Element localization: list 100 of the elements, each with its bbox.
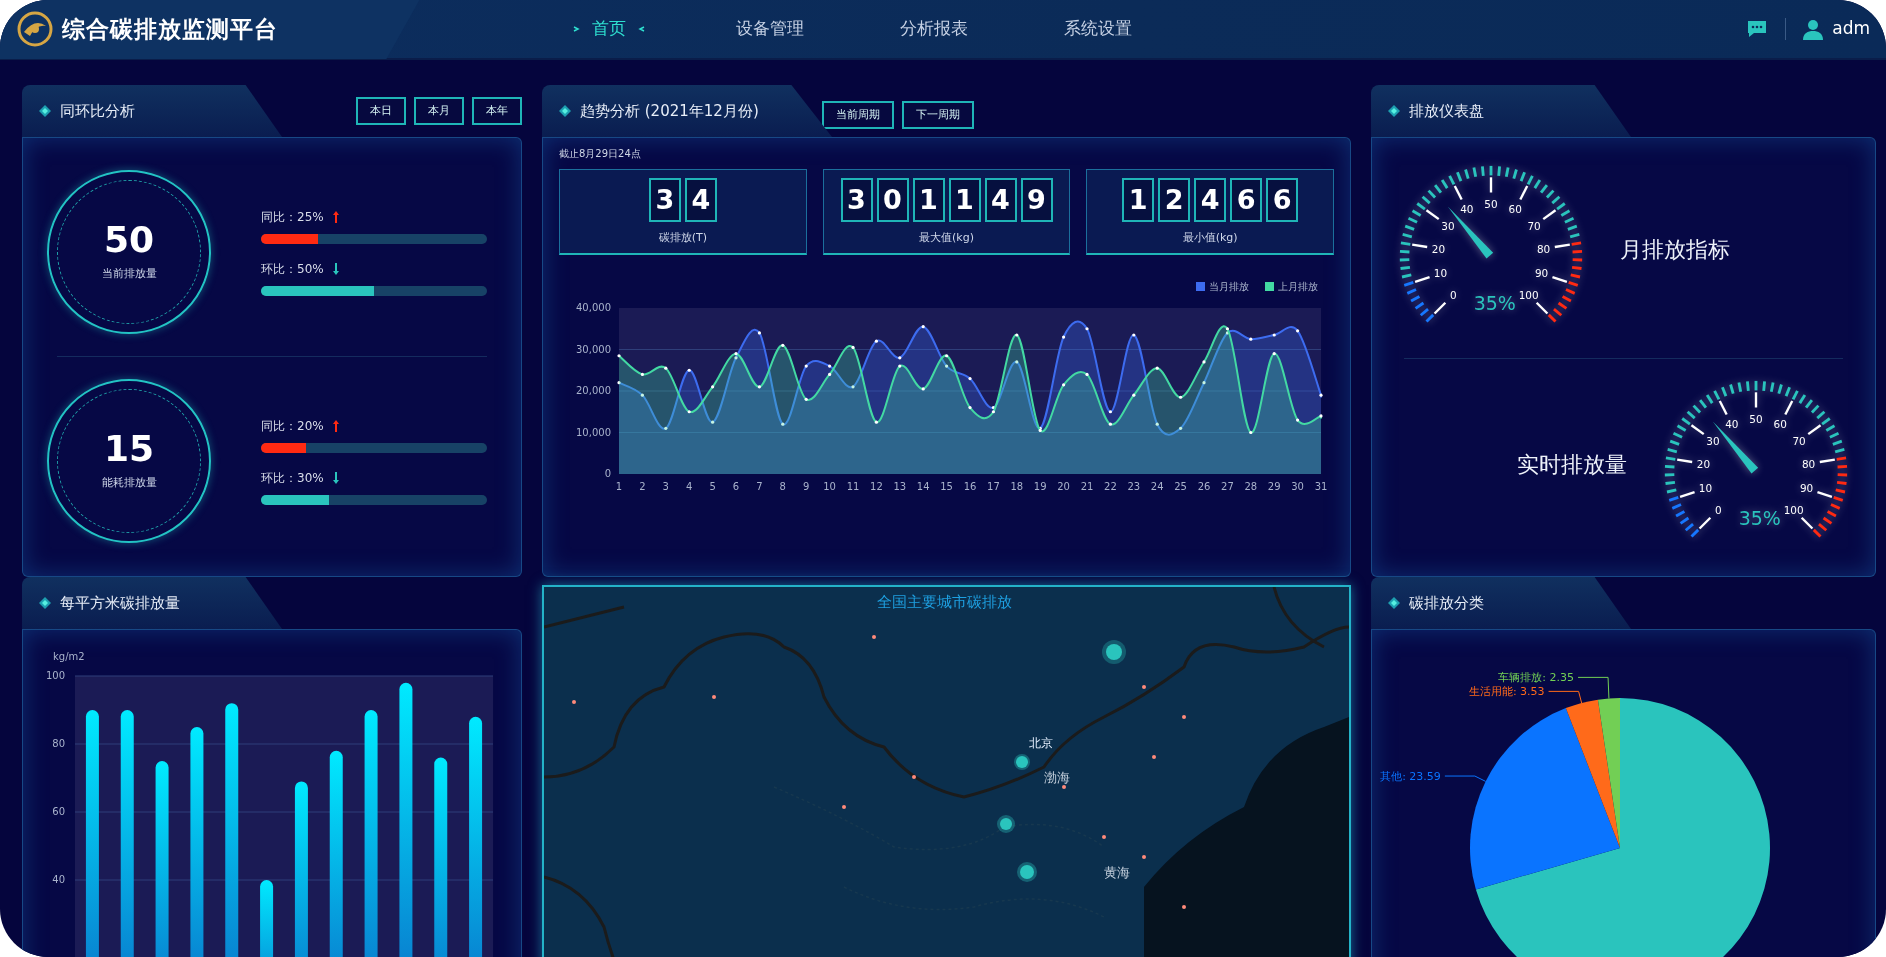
axis-tick-label: 10,000 (576, 426, 611, 437)
panel-title: 同环比分析 (60, 100, 135, 122)
counter-caption: 最小值(kg) (1182, 230, 1238, 246)
data-point (968, 376, 972, 380)
data-point (804, 364, 808, 368)
gauge-tick-label: 60 (1508, 203, 1522, 215)
data-point (1202, 380, 1206, 384)
logo-icon (16, 10, 54, 48)
chevron-icon (572, 24, 582, 34)
axis-tick-label: 23 (1127, 480, 1141, 492)
period-button[interactable]: 本日 (356, 96, 406, 126)
axis-tick-label: 7 (756, 480, 763, 492)
sea-label: 渤海 (1044, 770, 1070, 785)
period-button[interactable]: 本年 (472, 96, 522, 126)
digit-tile: 4 (984, 178, 1017, 222)
axis-tick-label: 100 (45, 670, 65, 681)
gauge-tick-label: 80 (1536, 242, 1551, 255)
data-point (1132, 393, 1136, 397)
data-point (781, 343, 785, 347)
axis-tick-label: 60 (52, 806, 65, 817)
gauge-tick-label: 0 (1450, 288, 1457, 300)
data-point (1272, 351, 1276, 355)
gauge-tick-label: 30 (1706, 434, 1720, 447)
data-point (640, 393, 644, 397)
gauge-tick-label: 70 (1792, 434, 1806, 447)
slice-label: 车辆排放: 2.35 (1498, 671, 1575, 685)
period-button[interactable]: 当前周期 (822, 100, 894, 130)
legend-label: 当月排放 (1209, 279, 1249, 294)
number-caption: 能耗排放量 (101, 474, 157, 491)
gauge-tick-label: 50 (1749, 412, 1763, 425)
data-point (617, 353, 621, 357)
diamond-icon (558, 104, 572, 118)
gauge-tick-label: 80 (1801, 457, 1816, 470)
nav-tab[interactable]: 首页 (586, 16, 632, 42)
data-point (898, 364, 902, 368)
data-point (1062, 382, 1066, 386)
data-point (1272, 332, 1276, 337)
data-point (874, 339, 878, 343)
axis-tick-label: 26 (1197, 480, 1211, 492)
data-point (1085, 326, 1089, 330)
gauge-tick-label: 10 (1698, 481, 1713, 494)
digit-tile: 0 (876, 178, 909, 222)
nav-tab[interactable]: 系统设置 (1058, 16, 1138, 42)
axis-tick-label: 12 (870, 480, 883, 492)
axis-tick-label: 30 (1291, 480, 1304, 492)
data-point (757, 330, 761, 334)
gauge-tick-label: 20 (1431, 242, 1446, 255)
data-point (664, 426, 668, 430)
diamond-icon (1387, 104, 1401, 118)
data-point (1202, 359, 1206, 364)
gauge-tick-label: 100 (1518, 288, 1539, 300)
period-button[interactable]: 下一周期 (902, 100, 974, 130)
data-point (1085, 372, 1089, 376)
axis-tick-label: 6 (732, 480, 740, 492)
data-point (945, 364, 949, 368)
digit-tile: 1 (948, 178, 981, 222)
digit-tile: 3 (648, 178, 681, 222)
data-point (804, 397, 808, 401)
data-point (711, 420, 715, 424)
gauge-label: 实时排放量 (1517, 450, 1627, 479)
gauge-tick-label: 20 (1696, 457, 1711, 470)
gauge-tick-label: 30 (1441, 219, 1455, 232)
note-text: 截止8月29日24点 (559, 147, 642, 161)
nav-tab[interactable]: 分析报表 (894, 16, 974, 42)
user-name[interactable]: adm (1832, 16, 1870, 42)
gauge-tick-label: 70 (1527, 219, 1541, 232)
axis-tick-label: 0 (604, 467, 611, 479)
user-icon (1802, 18, 1825, 40)
gauge-label: 月排放指标 (1620, 235, 1730, 264)
axis-tick-label: 25 (1174, 480, 1187, 492)
axis-tick-label: 4 (686, 480, 693, 492)
axis-tick-label: 9 (803, 480, 810, 492)
data-point (1108, 409, 1112, 413)
axis-tick-label: 24 (1150, 480, 1164, 492)
gauge-tick-label: 50 (1484, 197, 1498, 210)
panel-title: 碳排放分类 (1409, 592, 1484, 614)
panel-title: 趋势分析 (2021年12月份) (580, 100, 759, 122)
nav-tab[interactable]: 设备管理 (730, 16, 810, 42)
gauge-reading: 35% (1473, 291, 1516, 314)
stat-label: 环比：30% (261, 470, 324, 487)
data-point (1179, 395, 1183, 399)
data-point (828, 372, 832, 376)
stat-label: 同比：20% (261, 418, 324, 435)
slice-label: 其他: 23.59 (1380, 770, 1441, 784)
data-point (1319, 413, 1323, 417)
digit-tile: 9 (1020, 178, 1053, 222)
diamond-icon (38, 596, 52, 610)
axis-tick-label: 2 (639, 480, 646, 492)
period-button[interactable]: 本月 (414, 96, 464, 126)
data-point (1015, 359, 1019, 364)
axis-tick-label: 11 (846, 480, 860, 492)
gauge-tick-label: 40 (1725, 418, 1739, 430)
down-arrow-icon (331, 471, 340, 485)
axis-tick-label: 3 (662, 480, 669, 492)
data-point (851, 384, 855, 388)
axis-tick-label: 18 (1010, 480, 1024, 492)
legend-label: 上月排放 (1278, 279, 1318, 294)
down-arrow-icon (331, 262, 340, 276)
stat-label: 同比：25% (261, 209, 324, 226)
axis-tick-label: 27 (1221, 480, 1234, 492)
